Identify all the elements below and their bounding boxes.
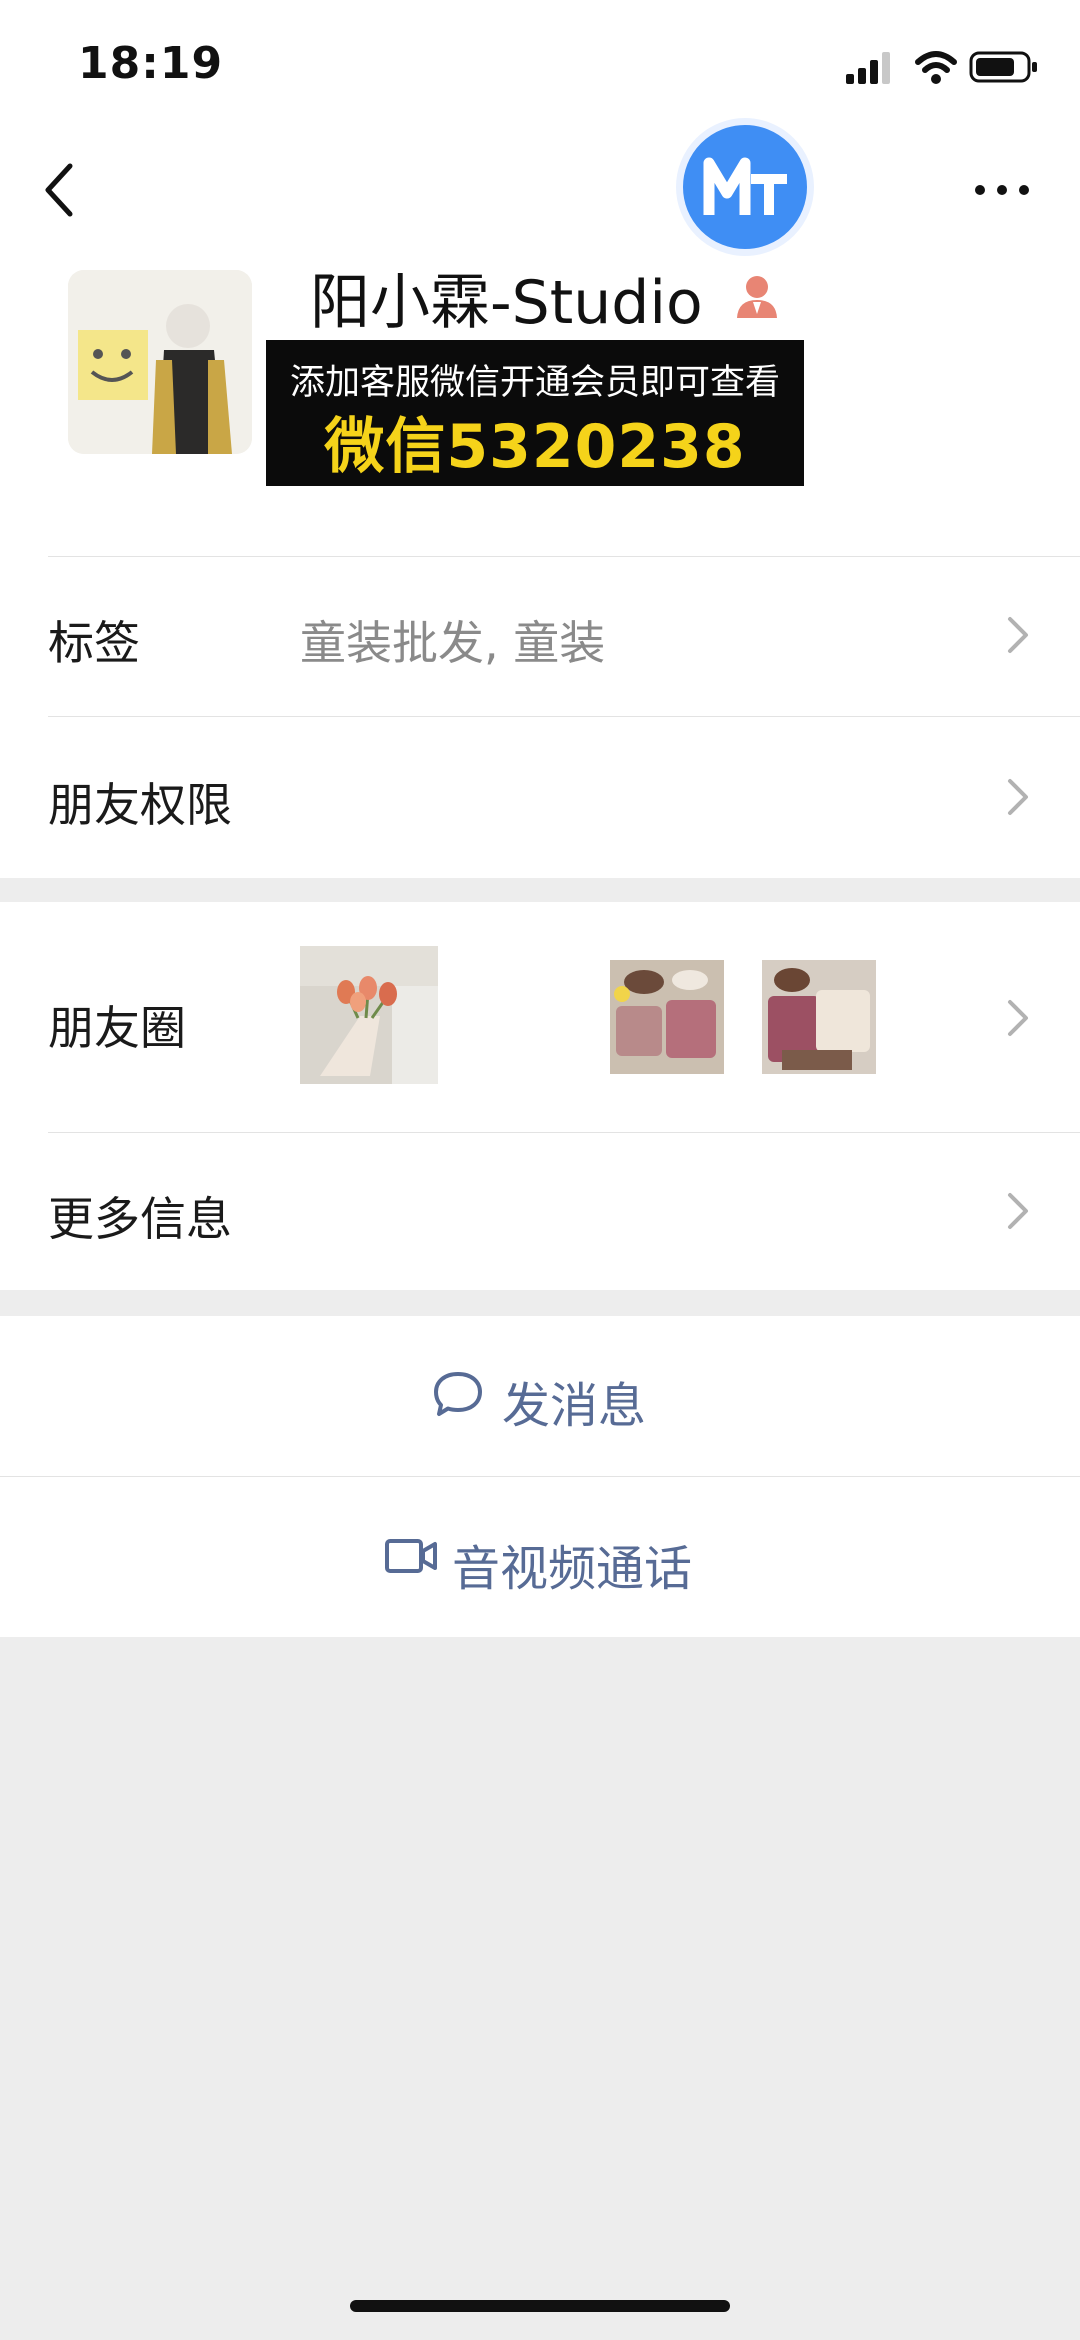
watermark-logo — [676, 118, 814, 256]
chevron-right-icon — [1008, 1000, 1028, 1036]
section-separator — [0, 1290, 1080, 1316]
signal-icon — [846, 52, 890, 84]
send-message-label: 发消息 — [502, 1378, 647, 1434]
moments-photo-clothes-1 — [610, 960, 724, 1074]
tags-row[interactable]: 标签 童装批发, 童装 — [0, 557, 1080, 715]
chevron-right-icon — [1008, 779, 1028, 815]
video-camera-icon — [385, 1539, 437, 1573]
friend-permissions-label: 朋友权限 — [48, 778, 232, 832]
promo-line-2: 微信5320238 — [324, 412, 746, 482]
video-call-button[interactable]: 音视频通话 — [0, 1477, 1080, 1637]
friend-permissions-row[interactable]: 朋友权限 — [0, 717, 1080, 877]
chevron-right-icon — [1008, 1193, 1028, 1229]
send-message-button[interactable]: 发消息 — [0, 1316, 1080, 1476]
tags-value: 童装批发, 童装 — [300, 616, 606, 670]
person-badge-icon — [737, 276, 777, 318]
battery-icon — [969, 51, 1037, 83]
moments-row[interactable]: 朋友圈 — [0, 902, 1080, 1132]
moments-photo-flowers — [300, 946, 438, 1084]
home-indicator[interactable] — [350, 2300, 730, 2312]
avatar-photo — [68, 270, 252, 454]
section-separator — [0, 878, 1080, 902]
tags-label: 标签 — [48, 616, 140, 670]
promo-banner: 添加客服微信开通会员即可查看 微信5320238 — [266, 340, 804, 486]
video-call-label: 音视频通话 — [452, 1541, 693, 1597]
moments-label: 朋友圈 — [48, 1001, 186, 1055]
status-time: 18:19 — [78, 38, 224, 89]
logo-mark-icon — [703, 157, 787, 215]
wifi-icon — [915, 51, 957, 84]
chat-bubble-icon — [434, 1372, 482, 1416]
more-info-label: 更多信息 — [48, 1192, 232, 1246]
back-button[interactable] — [40, 160, 80, 220]
moments-photo-clothes-2 — [762, 960, 876, 1074]
status-icons — [846, 51, 1037, 84]
chevron-right-icon — [1008, 617, 1028, 653]
more-options-button[interactable] — [972, 172, 1032, 208]
avatar[interactable] — [68, 270, 252, 454]
more-info-row[interactable]: 更多信息 — [0, 1133, 1080, 1289]
contact-name: 阳小霖-Studio — [310, 268, 703, 338]
